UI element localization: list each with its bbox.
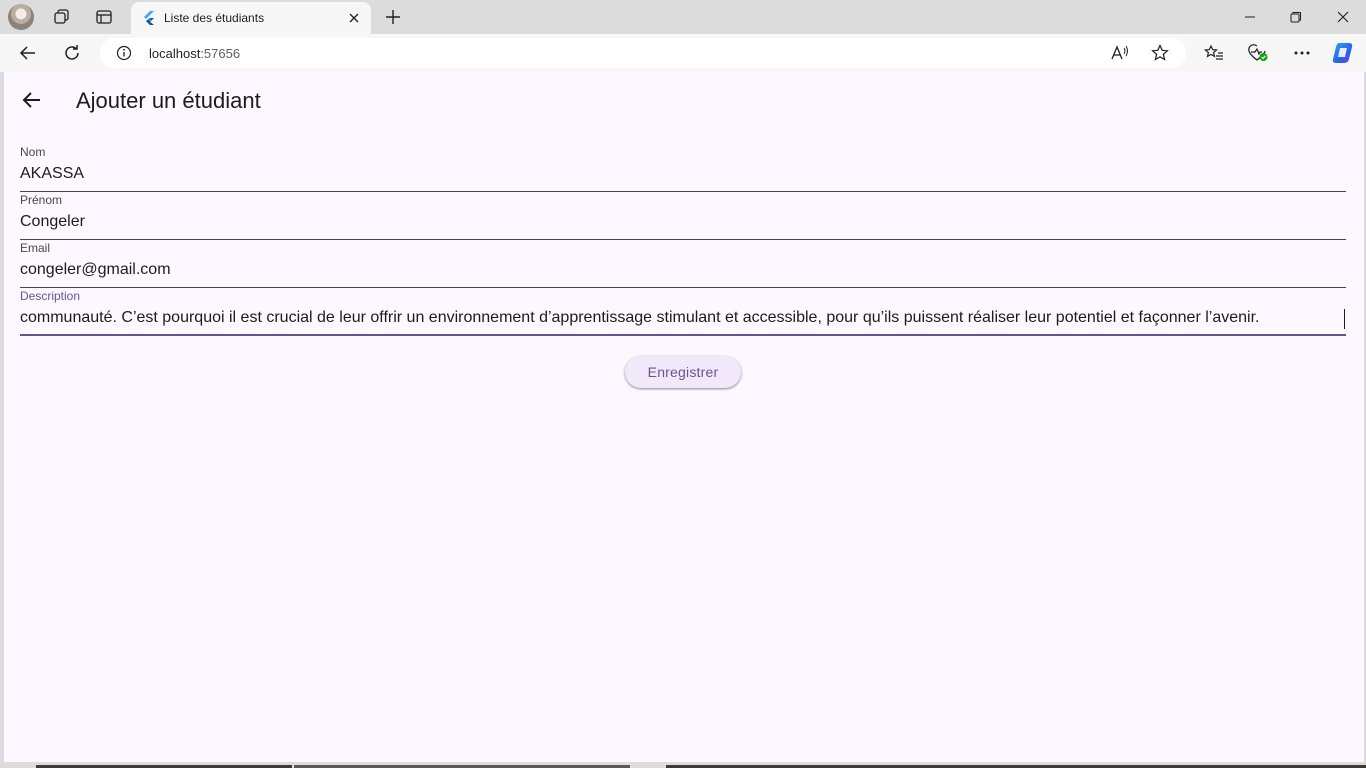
refresh-icon[interactable] — [60, 41, 84, 65]
prenom-label: Prénom — [20, 193, 63, 207]
restore-icon[interactable] — [1273, 5, 1319, 29]
vertical-tabs-icon[interactable] — [92, 5, 116, 29]
favorite-star-icon[interactable] — [1150, 43, 1170, 63]
description-input-viewport[interactable]: communauté. C’est pourquoi il est crucia… — [20, 309, 1346, 327]
back-arrow-icon[interactable] — [20, 88, 44, 112]
url-host: localhost — [149, 46, 201, 61]
tab-title: Liste des étudiants — [164, 11, 265, 25]
workspaces-icon[interactable] — [50, 5, 74, 29]
back-icon[interactable] — [16, 41, 40, 65]
tab-strip: Liste des étudiants — [0, 0, 1366, 34]
new-tab-icon[interactable] — [381, 5, 405, 29]
flutter-favicon-icon — [144, 11, 154, 25]
read-aloud-icon[interactable] — [1110, 43, 1130, 63]
prenom-input[interactable]: Congeler — [20, 213, 1346, 231]
app-viewport: Ajouter un étudiant Nom AKASSA Prénom Co… — [4, 72, 1364, 762]
text-caret — [1344, 309, 1345, 329]
address-bar[interactable]: localhost:57656 — [100, 38, 1186, 68]
url-port: :57656 — [200, 46, 241, 61]
browser-toolbar: localhost:57656 — [0, 34, 1366, 72]
profile-avatar[interactable] — [8, 4, 34, 30]
email-field[interactable]: Email congeler@gmail.com — [20, 239, 1346, 288]
minimize-icon[interactable] — [1227, 5, 1273, 29]
browser-essentials-icon[interactable] — [1246, 41, 1270, 65]
description-label: Description — [20, 289, 81, 303]
save-button[interactable]: Enregistrer — [625, 356, 741, 388]
close-tab-icon[interactable] — [345, 9, 363, 27]
email-label: Email — [20, 241, 51, 255]
copilot-icon[interactable] — [1331, 41, 1355, 65]
nom-input[interactable]: AKASSA — [20, 165, 1346, 183]
prenom-field[interactable]: Prénom Congeler — [20, 191, 1346, 240]
app-bar: Ajouter un étudiant — [4, 72, 1364, 128]
close-window-icon[interactable] — [1320, 5, 1366, 29]
browser-tab-active[interactable]: Liste des étudiants — [131, 2, 371, 34]
site-info-icon[interactable] — [116, 45, 132, 61]
description-field[interactable]: Description communauté. C’est pourquoi i… — [20, 287, 1346, 336]
page-title: Ajouter un étudiant — [76, 88, 261, 113]
email-input[interactable]: congeler@gmail.com — [20, 261, 1346, 279]
nom-field[interactable]: Nom AKASSA — [20, 143, 1346, 192]
address-url[interactable]: localhost:57656 — [149, 46, 240, 61]
description-input[interactable]: communauté. C’est pourquoi il est crucia… — [20, 309, 1259, 326]
nom-label: Nom — [20, 145, 46, 159]
more-options-icon[interactable] — [1290, 41, 1314, 65]
favorites-icon[interactable] — [1202, 41, 1226, 65]
